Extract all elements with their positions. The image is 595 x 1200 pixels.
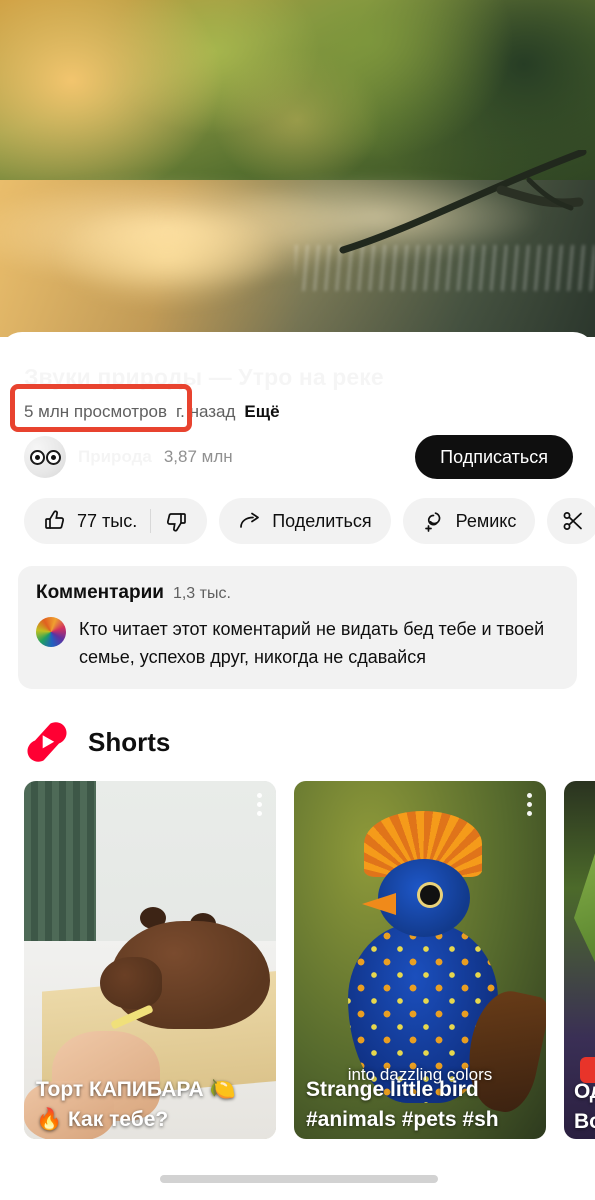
- short1-title: Торт КАПИБАРА 🍋 🔥 Как тебе?: [36, 1078, 236, 1131]
- short1-curtain: [24, 781, 96, 951]
- scene-sun-glow: [47, 200, 288, 310]
- remix-icon: [422, 509, 446, 533]
- video-meta-line[interactable]: 5 млн просмотров г. назад Ещё: [24, 402, 571, 422]
- channel-name[interactable]: Природа: [78, 447, 152, 467]
- googly-eyes-icon: [29, 449, 61, 465]
- upload-age: г. назад: [176, 402, 236, 421]
- top-comment[interactable]: Кто читает этот коментарий не видать бед…: [36, 615, 559, 671]
- show-more-button[interactable]: Ещё: [244, 402, 279, 422]
- short1-menu-button[interactable]: [257, 793, 262, 816]
- share-chip[interactable]: Поделиться: [219, 498, 391, 544]
- horizontal-scroll-indicator[interactable]: [160, 1175, 438, 1183]
- share-label: Поделиться: [272, 510, 372, 531]
- short-card-partial[interactable]: Од Во: [564, 781, 595, 1139]
- remix-chip[interactable]: Ремикс: [402, 498, 536, 544]
- youtube-watch-screen: Звуки природы — Утро на реке 5 млн просм…: [0, 0, 595, 1200]
- like-count: 77 тыс.: [77, 510, 138, 531]
- action-chip-row: 77 тыс. Поделиться Ремикс: [0, 484, 595, 544]
- comment-avatar: [36, 617, 66, 647]
- short2-menu-button[interactable]: [527, 793, 532, 816]
- subscribe-button[interactable]: Подписаться: [415, 435, 573, 479]
- share-arrow-icon: [238, 509, 262, 533]
- channel-row: Природа 3,87 млн Подписаться: [0, 422, 595, 484]
- comments-card[interactable]: Комментарии 1,3 тыс. Кто читает этот ком…: [18, 566, 577, 689]
- like-dislike-chip[interactable]: 77 тыс.: [24, 498, 208, 544]
- comment-text: Кто читает этот коментарий не видать бед…: [79, 619, 545, 667]
- clip-chip[interactable]: [547, 498, 595, 544]
- short1-capybara-head: [100, 957, 162, 1009]
- thumbs-up-icon[interactable]: [43, 509, 67, 533]
- shorts-header: Shorts: [0, 689, 595, 765]
- shorts-heading: Shorts: [88, 726, 171, 757]
- remix-label: Ремикс: [455, 510, 517, 531]
- video-player[interactable]: [0, 0, 595, 337]
- channel-avatar[interactable]: [24, 436, 66, 478]
- short2-title: Strange little bird #animals #pets #sh: [306, 1078, 499, 1131]
- comments-count: 1,3 тыс.: [172, 585, 231, 602]
- short-card-strange-little-bird[interactable]: into dazzling colors Strange little bird…: [294, 781, 546, 1139]
- video-frame: [0, 0, 595, 337]
- chip-divider: [150, 509, 152, 533]
- video-meta-block: Звуки природы — Утро на реке 5 млн просм…: [0, 332, 595, 432]
- view-count: 5 млн просмотров: [24, 402, 168, 421]
- short2-bird-eye: [420, 885, 440, 905]
- scissors-icon: [561, 509, 585, 533]
- shorts-logo-icon: [27, 722, 67, 762]
- short3-title: Од Во: [574, 1080, 595, 1133]
- thumbs-down-icon[interactable]: [164, 509, 188, 533]
- comments-header: Комментарии 1,3 тыс.: [36, 582, 559, 604]
- shorts-carousel[interactable]: Торт КАПИБАРА 🍋 🔥 Как тебе? into dazzlin…: [0, 765, 595, 1139]
- comments-title: Комментарии: [36, 582, 164, 603]
- scene-fallen-branch: [339, 150, 587, 254]
- video-details-sheet: Звуки природы — Утро на реке 5 млн просм…: [0, 332, 595, 1200]
- video-title[interactable]: Звуки природы — Утро на реке: [24, 362, 571, 392]
- short-card-capybara-cake[interactable]: Торт КАПИБАРА 🍋 🔥 Как тебе?: [24, 781, 276, 1139]
- subscriber-count: 3,87 млн: [163, 447, 233, 466]
